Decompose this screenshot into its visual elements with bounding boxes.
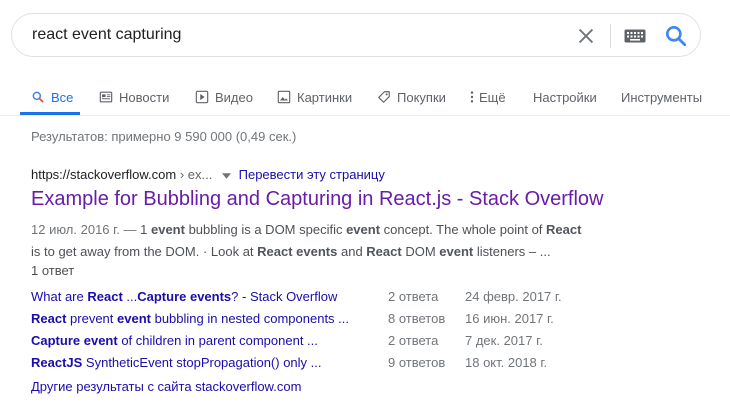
search-box-divider	[610, 24, 611, 48]
highlighted-term: ReactJS	[31, 355, 83, 370]
text-segment: ? - Stack Overflow	[231, 289, 338, 304]
result-stats: Результатов: примерно 9 590 000 (0,49 се…	[31, 129, 297, 144]
tab-label: Инструменты	[621, 89, 703, 105]
result-date: 12 июл. 2016 г. —	[31, 222, 141, 237]
sub-result-date: 7 дек. 2017 г.	[465, 333, 543, 348]
tab-label: Все	[51, 89, 74, 105]
keyboard-icon[interactable]	[624, 29, 646, 43]
text-segment: listeners – ...	[473, 244, 551, 259]
play-icon	[195, 90, 209, 104]
sub-result-link[interactable]: What are React ...Capture events? - Stac…	[31, 289, 337, 304]
text-segment: concept. The whole point of	[380, 222, 547, 237]
sub-result-answers: 2 ответа	[388, 333, 439, 348]
tab-video[interactable]: Видео	[195, 84, 253, 110]
sub-result-date: 24 февр. 2017 г.	[465, 289, 562, 304]
text-segment: What are	[31, 289, 88, 304]
text-segment: is to get away from the DOM. · Look at	[31, 244, 258, 259]
tab-label: Картинки	[297, 89, 353, 105]
highlighted-term: React events	[257, 244, 338, 259]
highlighted-term: React	[31, 311, 67, 326]
sub-result-date: 16 июн. 2017 г.	[465, 311, 554, 326]
result-title[interactable]: Example for Bubbling and Capturing in Re…	[31, 188, 604, 211]
highlighted-term: React	[366, 244, 402, 259]
answer-count: 1 ответ	[31, 263, 75, 278]
tag-icon	[378, 91, 390, 103]
close-icon[interactable]	[575, 25, 597, 47]
result-path: › ex...	[179, 167, 213, 182]
result-snippet: 12 июл. 2016 г. — 1 event bubbling is a …	[31, 219, 641, 263]
caret-down-icon[interactable]	[222, 172, 231, 179]
search-tabs: Все Новости Видео Картинки Покупки Ещё Н…	[0, 80, 730, 116]
text-segment: of children in parent component ...	[117, 333, 318, 348]
tab-more[interactable]: Ещё	[469, 84, 506, 110]
tab-shopping[interactable]: Покупки	[377, 84, 446, 110]
tab-label: Новости	[119, 89, 170, 105]
text-segment: and	[337, 244, 367, 259]
sub-result-link[interactable]: React prevent event bubbling in nested c…	[31, 311, 349, 326]
tab-label: Ещё	[479, 89, 506, 105]
highlighted-term: Capture events	[137, 289, 232, 304]
more-vert-icon	[470, 91, 474, 103]
tab-settings[interactable]: Настройки	[533, 84, 597, 110]
sub-result-answers: 8 ответов	[388, 311, 446, 326]
highlighted-term: event	[117, 311, 151, 326]
text-segment: prevent	[66, 311, 118, 326]
search-icon[interactable]	[663, 23, 689, 49]
sub-result-answers: 9 ответов	[388, 355, 446, 370]
more-results-link[interactable]: Другие результаты с сайта stackoverflow.…	[31, 379, 301, 394]
result-url: https://stackoverflow.com › ex... Переве…	[31, 167, 385, 182]
highlighted-term: React	[546, 222, 582, 237]
image-icon	[277, 90, 291, 104]
search-icon	[32, 91, 44, 103]
search-input[interactable]: react event capturing	[32, 26, 181, 44]
sub-result-link[interactable]: Capture event of children in parent comp…	[31, 333, 318, 348]
tab-all[interactable]: Все	[31, 84, 73, 110]
tabs-divider	[0, 115, 730, 116]
highlighted-term: Capture event	[31, 333, 118, 348]
tab-label: Видео	[215, 89, 253, 105]
text-segment: SyntheticEvent stopPropagation() only ..…	[82, 355, 322, 370]
sub-result-link[interactable]: ReactJS SyntheticEvent stopPropagation()…	[31, 355, 322, 370]
highlighted-term: event	[150, 222, 185, 237]
highlighted-term: React	[87, 289, 123, 304]
tab-images[interactable]: Картинки	[277, 84, 352, 110]
text-segment: ...	[122, 289, 138, 304]
newspaper-icon	[99, 91, 113, 103]
result-site[interactable]: https://stackoverflow.com	[31, 167, 176, 182]
sub-result-answers: 2 ответа	[388, 289, 439, 304]
tab-tools[interactable]: Инструменты	[621, 84, 702, 110]
snippet-line-1: 12 июл. 2016 г. — 1 event bubbling is a …	[31, 219, 641, 241]
highlighted-term: event	[439, 244, 474, 259]
tab-label: Покупки	[397, 89, 446, 105]
tab-news[interactable]: Новости	[99, 84, 169, 110]
translate-link[interactable]: Перевести эту страницу	[239, 167, 385, 182]
text-segment: bubbling is a DOM specific	[184, 222, 347, 237]
snippet-line-2: is to get away from the DOM. · Look at R…	[31, 241, 641, 263]
search-box[interactable]: react event capturing	[11, 13, 701, 57]
tab-label: Настройки	[533, 89, 597, 105]
text-segment: DOM	[401, 244, 440, 259]
sub-result-date: 18 окт. 2018 г.	[465, 355, 548, 370]
highlighted-term: event	[346, 222, 381, 237]
text-segment: 1	[140, 222, 151, 237]
text-segment: bubbling in nested components ...	[150, 311, 350, 326]
